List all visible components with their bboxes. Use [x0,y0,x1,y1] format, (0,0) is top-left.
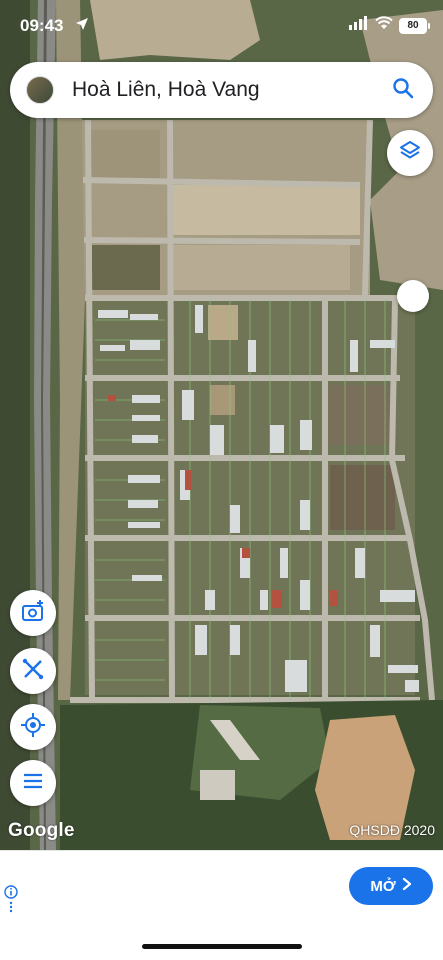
search-bar[interactable]: Hoà Liên, Hoà Vang [10,62,433,118]
ad-banner[interactable]: MỞ [0,850,443,919]
status-time: 09:43 [20,16,64,35]
menu-button[interactable] [10,760,56,806]
status-bar: 09:43 80 [0,0,443,50]
battery-icon: 80 [399,17,430,34]
status-icons: 80 [349,16,430,35]
measure-icon [20,656,46,687]
search-title[interactable]: Hoà Liên, Hoà Vang [72,78,383,102]
chevron-right-icon [402,877,412,895]
map-copyright: QHSDĐ 2020 [349,822,435,838]
layers-icon [398,139,422,168]
google-logo: Google [8,820,75,841]
home-indicator[interactable] [142,944,302,949]
search-button[interactable] [383,70,423,110]
menu-icon [21,769,45,798]
search-icon [392,77,414,104]
camera-add-icon [20,598,46,629]
battery-level: 80 [407,20,419,31]
place-thumbnail[interactable] [26,76,54,104]
satellite-map[interactable] [0,0,443,850]
my-location-button[interactable] [10,704,56,750]
location-arrow-icon [75,17,89,36]
wifi-icon [375,16,393,35]
signal-icon [349,16,369,35]
info-icon[interactable] [4,885,18,920]
measure-button[interactable] [10,648,56,694]
add-photo-button[interactable] [10,590,56,636]
open-button-label: MỞ [370,877,396,895]
map-imagery [0,0,443,850]
my-location-icon [20,712,46,743]
layers-button[interactable] [387,130,433,176]
map-handle[interactable] [397,280,429,312]
open-button[interactable]: MỞ [349,867,433,905]
